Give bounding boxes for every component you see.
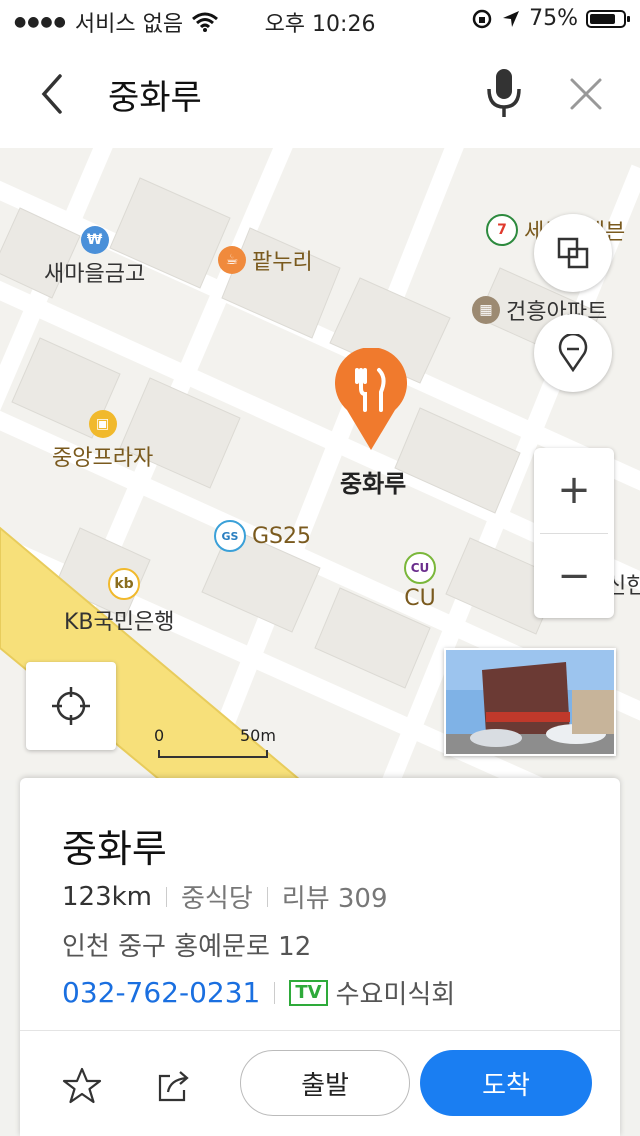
poi-label: CU [404, 586, 436, 611]
clear-search-button[interactable] [560, 68, 612, 120]
back-icon [41, 74, 62, 114]
divider [266, 886, 268, 907]
map-pin-button[interactable] [534, 314, 612, 392]
place-address: 인천 중구 홍예문로 12 [62, 932, 312, 962]
back-button[interactable] [24, 66, 80, 122]
close-icon [570, 78, 602, 110]
star-icon [62, 1067, 102, 1104]
location-pin-icon [558, 334, 588, 372]
place-contact: 032-762-0231 TV 수요미식회 [62, 974, 455, 1011]
scale-end: 50m [240, 726, 276, 745]
poi-saemaeul[interactable]: ₩ 새마을금고 [44, 226, 145, 288]
microphone-icon [487, 69, 521, 117]
poi-kb-bank[interactable]: kb KB국민은행 [64, 568, 174, 636]
bank-won-icon: ₩ [80, 226, 109, 254]
apartment-icon: ▦ [472, 296, 500, 324]
status-right: 75% [471, 6, 630, 31]
scale-start: 0 [154, 726, 165, 745]
layers-icon [557, 237, 589, 269]
place-review-count[interactable]: 리뷰 309 [282, 878, 388, 915]
scale-bar [158, 750, 268, 758]
poi-jungang-plaza[interactable]: ▣ 중앙프라자 [52, 410, 153, 472]
divider [166, 886, 168, 907]
zoom-out-icon: − [557, 553, 591, 599]
kb-bank-icon: kb [108, 568, 140, 600]
poi-label: 새마을금고 [44, 262, 146, 287]
poi-label: 중앙프라자 [52, 446, 154, 471]
cu-icon: CU [404, 552, 436, 584]
share-button[interactable] [152, 1064, 196, 1108]
map-scale: 0 50m [154, 726, 284, 762]
place-category: 중식당 [181, 884, 253, 914]
place-name: 중화루 [62, 827, 167, 871]
map-view[interactable]: ₩ 새마을금고 ☕ 팥누리 7 세븐일레븐 ▦ 건흥아파트 ▣ 중앙프라자 GS… [0, 148, 640, 780]
status-bar: ●●●● 서비스 없음 오후 10:26 75% [0, 0, 640, 40]
tv-show-name: 수요미식회 [335, 980, 456, 1010]
search-header: 중화루 [0, 40, 640, 149]
arrive-button[interactable]: 도착 [420, 1050, 592, 1116]
poi-label: 팥누리 [252, 250, 313, 275]
poi-label: KB국민은행 [64, 610, 175, 635]
poi-label: GS25 [252, 523, 312, 549]
gs25-icon: GS [214, 520, 246, 552]
divider [274, 981, 276, 1004]
phone-link[interactable]: 032-762-0231 [62, 976, 260, 1009]
voice-search-button[interactable] [474, 64, 534, 124]
restaurant-marker[interactable] [331, 348, 411, 452]
my-location-icon [52, 687, 90, 725]
zoom-out-button[interactable]: − [534, 534, 614, 618]
location-arrow-icon [503, 10, 520, 27]
zoom-controls: + − [534, 448, 614, 618]
depart-button[interactable]: 출발 [240, 1050, 410, 1116]
marker-label: 중화루 [340, 470, 407, 498]
cafe-icon: ☕ [218, 246, 246, 274]
map-layers-button[interactable] [534, 214, 612, 292]
zoom-in-icon: + [557, 467, 591, 513]
tv-badge: TV [289, 979, 328, 1006]
search-query[interactable]: 중화루 [108, 70, 202, 119]
place-meta: 123km 중식당 리뷰 309 [62, 878, 388, 915]
share-icon [158, 1071, 189, 1102]
shopping-icon: ▣ [88, 410, 117, 438]
zoom-in-button[interactable]: + [534, 448, 614, 532]
sheet-divider [20, 1030, 620, 1031]
seven-eleven-icon: 7 [486, 214, 518, 246]
poi-gs25[interactable]: GS GS25 [214, 520, 311, 552]
roadview-image [446, 650, 614, 754]
poi-cu[interactable]: CU CU [404, 552, 436, 611]
battery-percent: 75% [529, 6, 578, 31]
battery-icon [586, 9, 630, 28]
my-location-button[interactable] [26, 662, 116, 750]
favorite-button[interactable] [60, 1064, 104, 1108]
poi-patnuri[interactable]: ☕ 팥누리 [218, 244, 313, 276]
roadview-thumbnail[interactable] [444, 648, 616, 756]
place-info-sheet[interactable]: 중화루 123km 중식당 리뷰 309 인천 중구 홍예문로 12 032-7… [20, 778, 620, 1136]
rotation-lock-icon [472, 9, 492, 28]
place-distance: 123km [62, 881, 153, 912]
